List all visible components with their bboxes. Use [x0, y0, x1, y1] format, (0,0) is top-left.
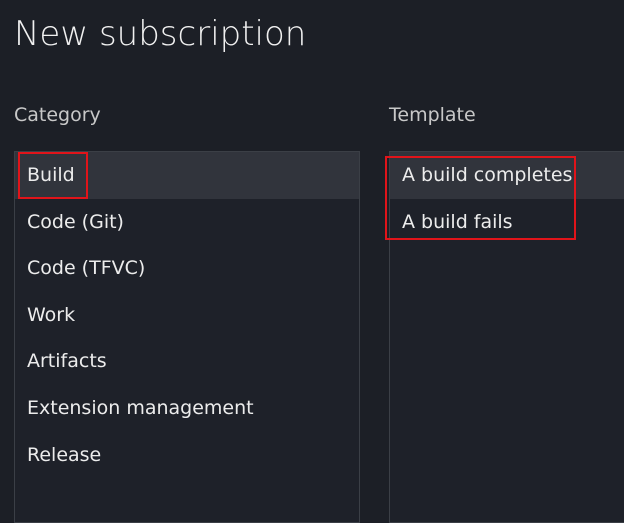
template-list: A build completes A build fails [389, 151, 624, 523]
template-item-label: A build completes [402, 164, 573, 186]
template-item-build-fails[interactable]: A build fails [390, 199, 624, 246]
category-list: Build Code (Git) Code (TFVC) Work Artifa… [14, 151, 360, 523]
category-item-label: Build [27, 164, 75, 186]
category-item-code-git[interactable]: Code (Git) [15, 199, 359, 246]
template-label: Template [389, 104, 476, 126]
category-item-label: Extension management [27, 396, 254, 419]
category-item-label: Artifacts [27, 350, 107, 373]
category-label: Category [14, 104, 101, 126]
template-item-label: A build fails [402, 210, 513, 233]
category-item-label: Code (TFVC) [27, 257, 146, 280]
template-item-build-completes[interactable]: A build completes [390, 152, 624, 199]
category-item-label: Work [27, 303, 76, 326]
category-item-extension-management[interactable]: Extension management [15, 385, 359, 432]
category-item-build[interactable]: Build [15, 152, 359, 199]
category-item-label: Release [27, 443, 102, 466]
category-item-release[interactable]: Release [15, 432, 359, 479]
category-item-label: Code (Git) [27, 210, 124, 233]
category-item-work[interactable]: Work [15, 292, 359, 339]
page-title: New subscription [14, 14, 307, 54]
category-item-code-tfvc[interactable]: Code (TFVC) [15, 245, 359, 292]
category-item-artifacts[interactable]: Artifacts [15, 338, 359, 385]
